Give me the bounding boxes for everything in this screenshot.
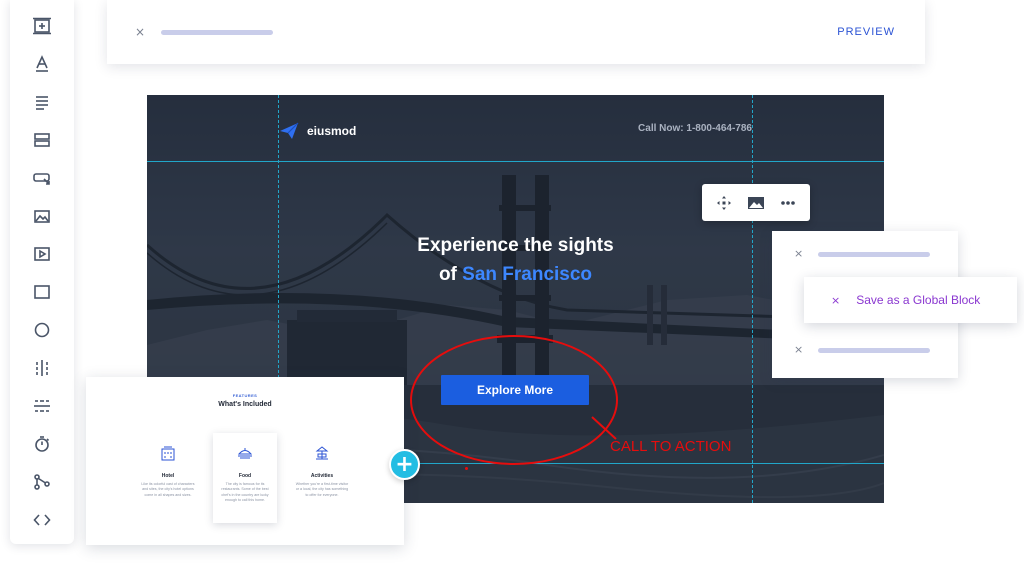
columns-icon[interactable] [28, 126, 56, 154]
paper-plane-icon [280, 122, 299, 139]
feature-desc: The city is famous for its restaurants. … [221, 482, 269, 503]
feature-desc: Like its colorful cast of characters and… [141, 482, 195, 497]
features-section-preview[interactable]: FEATURES What's Included Hotel Like its … [86, 377, 404, 545]
paragraph-icon[interactable] [28, 88, 56, 116]
save-global-block-label: Save as a Global Block [856, 293, 981, 307]
feature-title: Food [238, 473, 252, 479]
element-mini-toolbar [702, 184, 810, 221]
close-icon[interactable]: × [794, 247, 803, 260]
brand-logo[interactable]: eiusmod [279, 122, 356, 140]
option-placeholder-line [818, 348, 930, 353]
text-icon[interactable] [28, 50, 56, 78]
feature-item-activities[interactable]: Activities Whether you're a first-time v… [290, 433, 354, 523]
move-icon[interactable] [713, 192, 735, 214]
activities-icon [315, 446, 329, 460]
preview-button[interactable]: PREVIEW [837, 26, 895, 38]
more-icon[interactable] [777, 192, 799, 214]
add-block-button[interactable]: + [389, 449, 420, 480]
circle-icon[interactable] [28, 316, 56, 344]
feature-item-food[interactable]: Food The city is famous for its restaura… [213, 433, 277, 523]
feature-title: Activities [310, 473, 334, 479]
features-title: What's Included [218, 401, 272, 408]
headline-prefix: of [438, 264, 463, 285]
share-icon[interactable] [28, 468, 56, 496]
feature-desc: Whether you're a first-time visitor or a… [295, 482, 349, 497]
code-icon[interactable] [28, 506, 56, 534]
call-now-text: Call Now: 1-800-464-786 [638, 123, 752, 134]
guide-line [752, 95, 753, 503]
rectangle-icon[interactable] [28, 278, 56, 306]
brand-name: eiusmod [307, 124, 357, 138]
headline-accent: San Francisco [462, 264, 593, 285]
timer-icon[interactable] [28, 430, 56, 458]
call-to-action-highlight [410, 335, 618, 465]
image-icon[interactable] [745, 192, 767, 214]
image-icon[interactable] [28, 202, 56, 230]
option-placeholder-line [818, 252, 930, 257]
close-icon[interactable]: × [135, 25, 145, 39]
guide-line [147, 161, 884, 162]
hotel-icon [161, 446, 175, 461]
food-icon [237, 448, 253, 459]
button-icon[interactable] [28, 164, 56, 192]
add-section-icon[interactable] [28, 12, 56, 40]
title-placeholder-line [161, 30, 273, 35]
annotation-dot [465, 467, 468, 470]
features-tag: FEATURES [232, 393, 258, 398]
feature-title: Hotel [161, 473, 175, 479]
top-bar: × PREVIEW [107, 0, 925, 64]
element-toolbar [10, 0, 74, 544]
feature-item-hotel[interactable]: Hotel Like its colorful cast of characte… [136, 433, 200, 523]
save-global-block-option[interactable]: × Save as a Global Block [804, 277, 1017, 323]
row-divider-icon[interactable] [28, 392, 56, 420]
column-divider-icon[interactable] [28, 354, 56, 382]
close-icon[interactable]: × [794, 343, 803, 356]
call-to-action-label: CALL TO ACTION [610, 438, 732, 455]
video-icon[interactable] [28, 240, 56, 268]
page-builder: × PREVIEW eiusmod Call Now: 1-800-464-78… [0, 0, 1024, 564]
close-icon[interactable]: × [831, 294, 840, 307]
